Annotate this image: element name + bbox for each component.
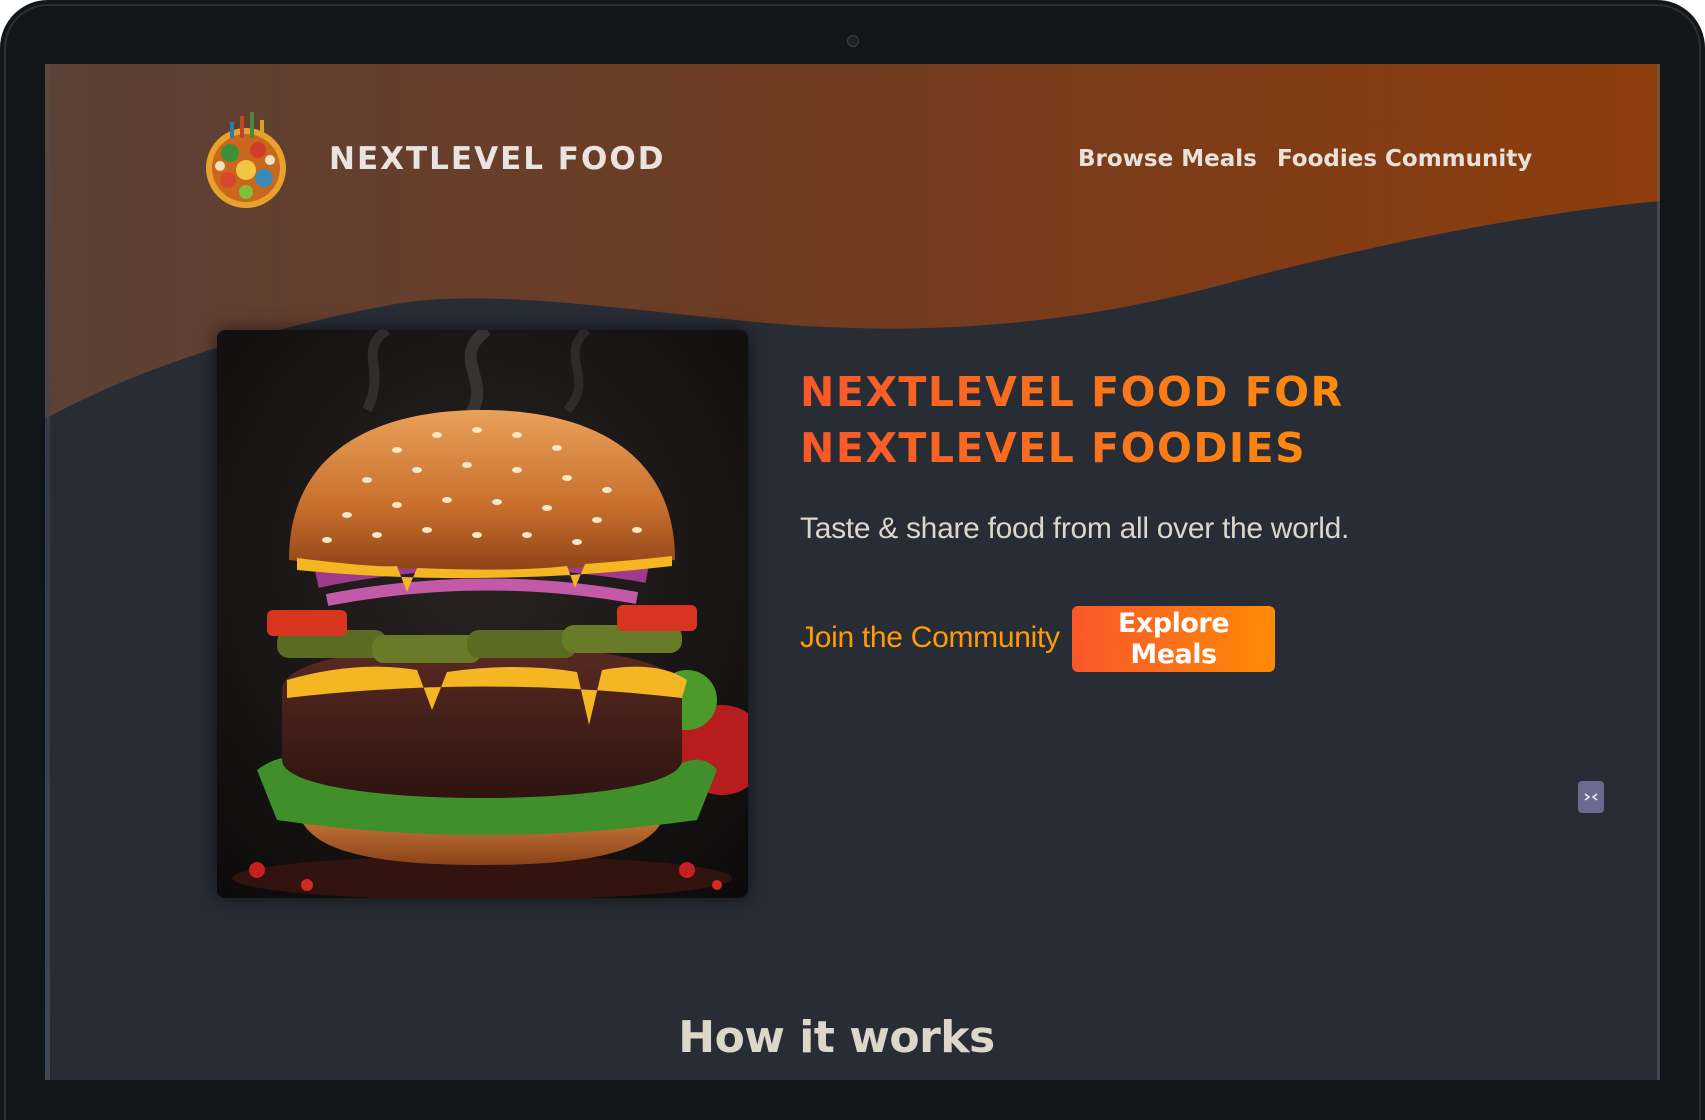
hero-subtitle: Taste & share food from all over the wor…: [800, 512, 1350, 545]
hero-title: NEXTLEVEL FOOD FOR NEXTLEVEL FOODIES: [800, 364, 1500, 476]
hero-burger-image: [217, 330, 748, 898]
extension-icon[interactable]: [1578, 781, 1604, 813]
webcam-icon: [847, 35, 859, 47]
viewport-right-edge: [1657, 64, 1660, 1080]
hero-title-line2: NEXTLEVEL FOODIES: [800, 424, 1307, 472]
burger-photo: [217, 330, 748, 898]
laptop-frame: NEXTLEVEL FOOD Browse Meals Foodies Comm…: [0, 0, 1705, 1120]
browser-viewport: NEXTLEVEL FOOD Browse Meals Foodies Comm…: [45, 64, 1660, 1080]
brand-name[interactable]: NEXTLEVEL FOOD: [329, 141, 665, 177]
how-it-works-text: How it works: [678, 1012, 995, 1063]
extension-glyph-icon: [1584, 793, 1598, 801]
nav-browse-meals[interactable]: Browse Meals: [1078, 146, 1257, 172]
food-plate-logo-icon[interactable]: [200, 108, 292, 212]
hero-title-line1: NEXTLEVEL FOOD FOR: [800, 368, 1344, 416]
nav-foodies-community[interactable]: Foodies Community: [1277, 146, 1532, 172]
explore-meals-button[interactable]: Explore Meals: [1072, 606, 1275, 672]
how-it-works-heading: How it works: [45, 1012, 1660, 1063]
viewport-left-edge: [45, 64, 50, 1080]
join-community-link[interactable]: Join the Community: [800, 621, 1060, 655]
